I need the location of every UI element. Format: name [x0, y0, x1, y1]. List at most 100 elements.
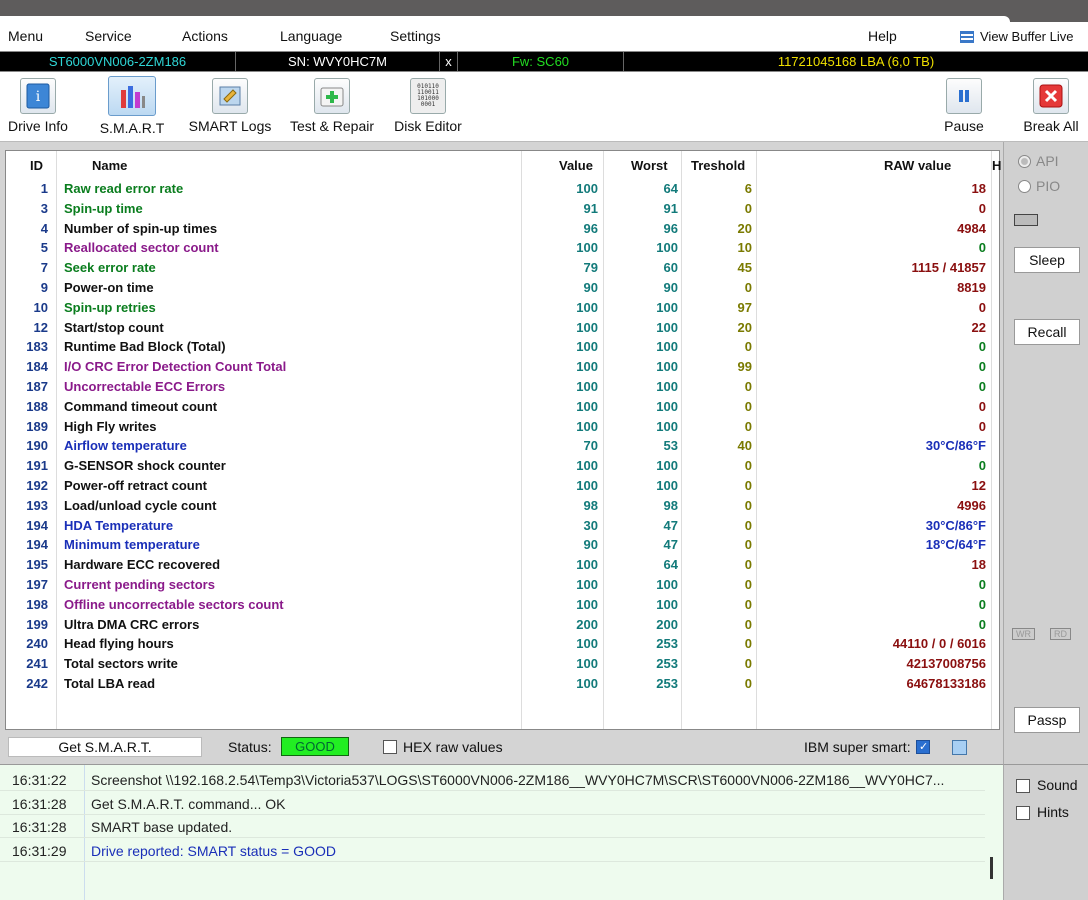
attribute-worst: 53 [663, 438, 678, 454]
view-buffer-live-button[interactable]: View Buffer Live [960, 29, 1073, 44]
attribute-value: 100 [576, 379, 598, 394]
table-row[interactable]: 183 Runtime Bad Block (Total) 100 100 0 0 [6, 337, 999, 357]
attribute-name: Total sectors write [64, 656, 178, 672]
drive-info-button[interactable]: i Drive Info [6, 78, 70, 134]
attribute-threshold: 0 [744, 497, 752, 513]
table-row[interactable]: 242 Total LBA read 100 253 0 64678133186 [6, 674, 999, 694]
table-row[interactable]: 184 I/O CRC Error Detection Count Total 10… [6, 357, 999, 377]
table-row[interactable]: 187 Uncorrectable ECC Errors 100 100 0 0 [6, 377, 999, 397]
attribute-id: 7 [40, 260, 48, 276]
menu-item-service[interactable]: Service [85, 28, 132, 44]
header-raw[interactable]: RAW value [884, 158, 951, 173]
header-value[interactable]: Value [559, 158, 593, 173]
attribute-id: 1 [40, 181, 48, 196]
table-row[interactable]: 198 Offline uncorrectable sectors count 10… [6, 595, 999, 615]
table-row[interactable]: 194 HDA Temperature 30 47 0 30°C/86°F [6, 516, 999, 536]
attribute-raw: 30°C/86°F [925, 438, 986, 454]
table-row[interactable]: 240 Head flying hours 100 253 0 44110 / 0 / 6… [6, 634, 999, 654]
attribute-name: Offline uncorrectable sectors count [64, 596, 284, 612]
pause-label: Pause [944, 118, 984, 134]
attribute-value: 100 [576, 636, 598, 652]
header-id[interactable]: ID [30, 158, 43, 173]
api-radio[interactable] [1018, 155, 1031, 168]
table-row[interactable]: 4 Number of spin-up times 96 96 20 4984 [6, 219, 999, 239]
test-repair-label: Test & Repair [289, 118, 375, 134]
log-time: 16:31:28 [12, 819, 67, 835]
pio-radio[interactable] [1018, 180, 1031, 193]
test-repair-button[interactable]: Test & Repair [286, 78, 378, 134]
table-row[interactable]: 193 Load/unload cycle count 98 98 0 4996 [6, 496, 999, 516]
table-row[interactable]: 241 Total sectors write 100 253 0 42137008756 [6, 654, 999, 674]
ibm-super-smart-checkbox[interactable] [916, 740, 930, 754]
header-worst[interactable]: Worst [631, 158, 668, 173]
log-scrollbar[interactable] [990, 857, 993, 879]
menu-item-help[interactable]: Help [868, 28, 897, 44]
table-row[interactable]: 194 Minimum temperature 90 47 0 18°C/64°F [6, 535, 999, 555]
close-drive-button[interactable]: x [440, 52, 458, 71]
attribute-threshold: 0 [744, 200, 752, 216]
table-row[interactable]: 7 Seek error rate 79 60 45 1115 / 41857 [6, 258, 999, 278]
attribute-worst: 100 [656, 359, 678, 375]
pause-button[interactable]: Pause [940, 78, 988, 134]
header-extra[interactable]: H [992, 158, 1001, 173]
sound-checkbox[interactable] [1016, 779, 1030, 793]
smart-button[interactable]: S.M.A.R.T [98, 76, 166, 136]
table-row[interactable]: 189 High Fly writes 100 100 0 0 [6, 417, 999, 437]
smart-logs-label: SMART Logs [188, 118, 272, 134]
window-titlebar [0, 0, 1088, 22]
log-message: SMART base updated. [91, 819, 233, 835]
color-indicator[interactable] [952, 740, 967, 755]
attribute-value: 79 [583, 260, 598, 276]
table-row[interactable]: 190 Airflow temperature 70 53 40 30°C/86°F [6, 436, 999, 456]
attribute-name: Seek error rate [64, 260, 156, 276]
smart-panel: ID Name Value Worst Treshold RAW value H… [0, 142, 1003, 764]
attribute-worst: 100 [656, 299, 678, 315]
table-row[interactable]: 5 Reallocated sector count 100 100 10 0 [6, 238, 999, 258]
attribute-raw: 0 [978, 577, 986, 592]
table-row[interactable]: 191 G-SENSOR shock counter 100 100 0 0 [6, 456, 999, 476]
table-row[interactable]: 188 Command timeout count 100 100 0 0 [6, 397, 999, 417]
table-row[interactable]: 195 Hardware ECC recovered 100 64 0 18 [6, 555, 999, 575]
menu-item-language[interactable]: Language [280, 28, 342, 44]
attribute-threshold: 0 [744, 537, 752, 553]
attribute-id: 191 [26, 458, 48, 474]
sleep-button[interactable]: Sleep [1014, 247, 1080, 273]
attribute-threshold: 45 [737, 260, 752, 276]
recall-button[interactable]: Recall [1014, 319, 1080, 345]
attribute-threshold: 0 [744, 418, 752, 434]
disk-editor-button[interactable]: 010110 110011 101000 0001 Disk Editor [392, 78, 464, 134]
attribute-name: HDA Temperature [64, 517, 174, 533]
header-name[interactable]: Name [92, 158, 127, 173]
header-threshold[interactable]: Treshold [691, 158, 745, 173]
table-row[interactable]: 1 Raw read error rate 100 64 6 18 [6, 179, 999, 199]
table-row[interactable]: 199 Ultra DMA CRC errors 200 200 0 0 [6, 615, 999, 635]
attribute-raw: 0 [978, 418, 986, 434]
attribute-value: 90 [583, 537, 598, 553]
attribute-value: 100 [576, 557, 598, 573]
attribute-name: Airflow temperature [64, 438, 187, 454]
break-all-button[interactable]: Break All [1020, 78, 1082, 134]
table-row[interactable]: 10 Spin-up retries 100 100 97 0 [6, 298, 999, 318]
table-row[interactable]: 3 Spin-up time 91 91 0 0 [6, 199, 999, 219]
table-row[interactable]: 12 Start/stop count 100 100 20 22 [6, 318, 999, 338]
attribute-name: Uncorrectable ECC Errors [64, 379, 226, 394]
hints-checkbox[interactable] [1016, 806, 1030, 820]
attribute-name: Runtime Bad Block (Total) [64, 339, 226, 355]
passp-button[interactable]: Passp [1014, 707, 1080, 733]
table-row[interactable]: 192 Power-off retract count 100 100 0 12 [6, 476, 999, 496]
smart-logs-button[interactable]: SMART Logs [188, 78, 272, 134]
attribute-name: Head flying hours [64, 636, 174, 652]
table-row[interactable]: 9 Power-on time 90 90 0 8819 [6, 278, 999, 298]
get-smart-button[interactable]: Get S.M.A.R.T. [8, 737, 202, 757]
status-label: Status: [228, 739, 272, 755]
menu-item-menu[interactable]: Menu [8, 28, 43, 44]
attribute-name: High Fly writes [64, 418, 157, 434]
log-entry: 16:31:28 Get S.M.A.R.T. command... OK [0, 793, 985, 815]
menu-item-settings[interactable]: Settings [390, 28, 441, 44]
table-row[interactable]: 197 Current pending sectors 100 100 0 0 [6, 575, 999, 595]
attribute-id: 4 [40, 220, 48, 236]
hex-raw-checkbox[interactable] [383, 740, 397, 754]
attribute-threshold: 0 [744, 656, 752, 672]
menu-item-actions[interactable]: Actions [182, 28, 228, 44]
attribute-worst: 96 [663, 220, 678, 236]
